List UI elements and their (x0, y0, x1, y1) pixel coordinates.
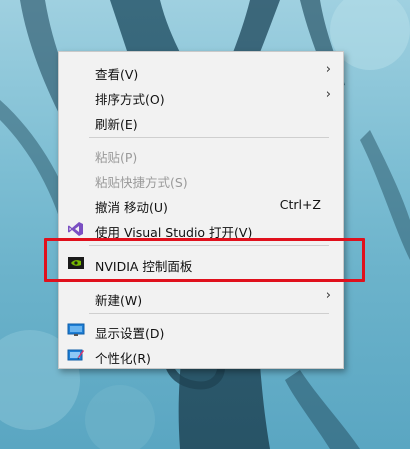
menu-item-sort-by[interactable]: 排序方式(O) › (59, 84, 343, 109)
menu-item-paste-shortcut[interactable]: 粘贴快捷方式(S) (59, 167, 343, 192)
menu-item-personalize-label: 个性化(R) (95, 351, 151, 366)
visual-studio-icon (68, 222, 83, 236)
menu-item-new[interactable]: 新建(W) › (59, 285, 343, 310)
personalize-icon (67, 349, 84, 361)
menu-item-refresh[interactable]: 刷新(E) (59, 109, 343, 134)
menu-item-paste-shortcut-label: 粘贴快捷方式(S) (95, 175, 188, 190)
red-highlight-box (44, 238, 365, 282)
menu-item-display-settings[interactable]: 显示设置(D) (59, 318, 343, 343)
menu-separator (89, 313, 329, 314)
menu-item-view-label: 查看(V) (95, 67, 139, 82)
menu-item-undo-move-label: 撤消 移动(U) (95, 200, 168, 215)
submenu-arrow-icon: › (325, 62, 331, 77)
menu-item-personalize[interactable]: 个性化(R) (59, 343, 343, 368)
submenu-arrow-icon: › (325, 288, 331, 303)
desktop-context-menu: 查看(V) › 排序方式(O) › 刷新(E) 粘贴(P) 粘贴快捷方式(S) … (58, 51, 344, 369)
menu-item-new-label: 新建(W) (95, 293, 143, 308)
menu-item-paste-label: 粘贴(P) (95, 150, 138, 165)
menu-item-paste[interactable]: 粘贴(P) (59, 142, 343, 167)
submenu-arrow-icon: › (325, 87, 331, 102)
menu-item-refresh-label: 刷新(E) (95, 117, 138, 132)
menu-separator (89, 137, 329, 138)
menu-item-view[interactable]: 查看(V) › (59, 59, 343, 84)
undo-shortcut-text: Ctrl+Z (279, 197, 321, 212)
menu-item-undo-move[interactable]: 撤消 移动(U) Ctrl+Z (59, 192, 343, 217)
menu-item-sort-by-label: 排序方式(O) (95, 92, 165, 107)
menu-item-display-settings-label: 显示设置(D) (95, 326, 165, 341)
display-settings-icon (67, 323, 85, 336)
